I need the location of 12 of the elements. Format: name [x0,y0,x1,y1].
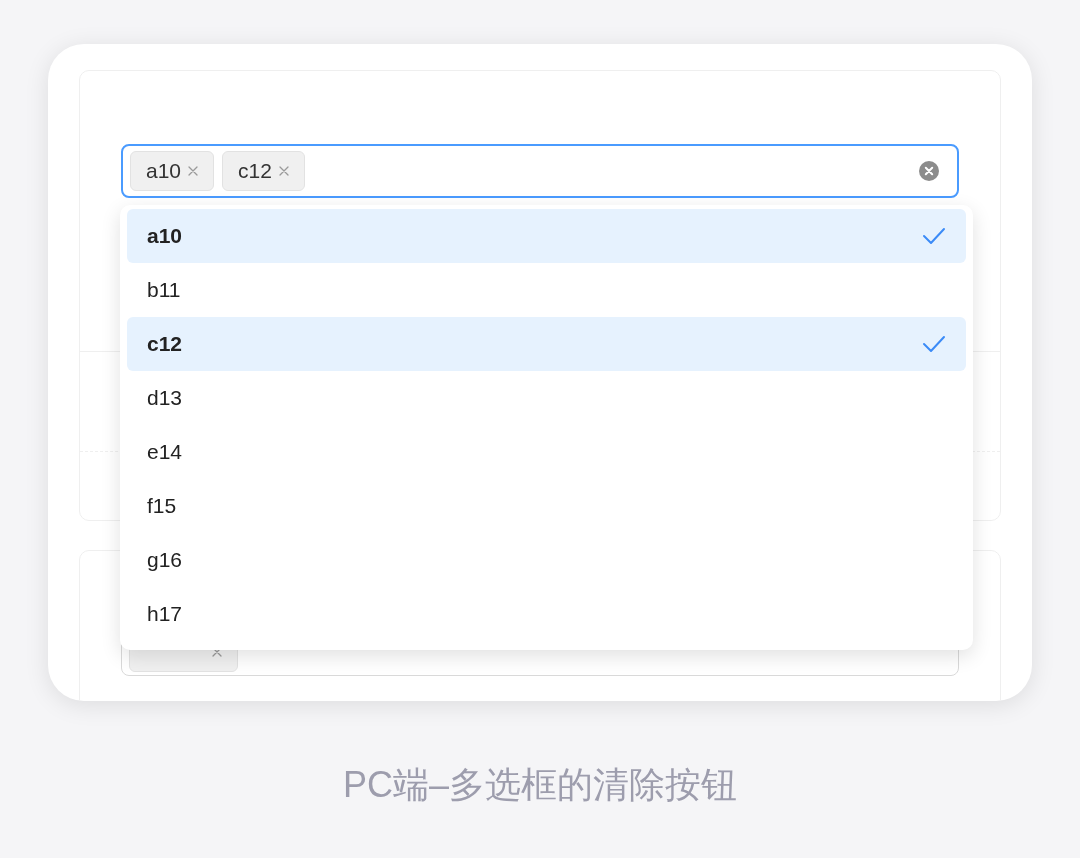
remove-icon[interactable] [188,166,199,176]
check-icon [922,226,946,246]
remove-icon[interactable] [278,166,289,176]
tag-label: a10 [146,158,182,185]
multi-select-field[interactable]: a10 c12 [121,144,959,198]
tag-label: c12 [238,158,272,185]
caption: PC端–多选框的清除按钮 [343,763,737,807]
check-icon [922,334,946,354]
remove-icon[interactable] [212,647,222,657]
dropdown-option[interactable]: a10 [127,209,966,263]
clear-icon[interactable] [919,161,939,181]
dropdown-option[interactable]: c12 [127,317,966,371]
